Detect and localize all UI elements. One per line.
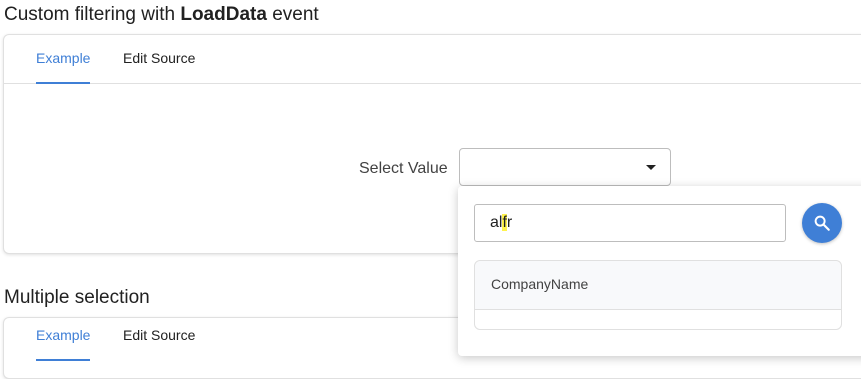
- section-title-multiple-selection: Multiple selection: [4, 287, 150, 308]
- column-header-company-name[interactable]: CompanyName: [491, 276, 588, 292]
- grid-header: CompanyName: [475, 261, 841, 310]
- results-grid: CompanyName: [474, 260, 842, 330]
- title-text: Custom filtering with: [4, 4, 181, 25]
- search-value-prefix: al: [490, 214, 503, 231]
- title-bold-text: LoadData: [180, 4, 267, 25]
- tab-bar: Example Edit Source: [4, 35, 861, 84]
- title-text-suffix: event: [266, 4, 319, 25]
- dropdown-popup: alfr CompanyName: [458, 186, 861, 356]
- search-icon: [814, 215, 830, 231]
- search-value-suffix: r: [506, 214, 513, 231]
- select-value-label: Select Value: [359, 160, 448, 177]
- search-input[interactable]: alfr: [474, 204, 786, 242]
- tab-edit-source[interactable]: Edit Source: [123, 35, 195, 83]
- section-title-custom-filtering: Custom filtering with LoadData event: [4, 4, 319, 26]
- tab-example[interactable]: Example: [36, 312, 91, 361]
- tab-edit-source[interactable]: Edit Source: [123, 312, 195, 360]
- chevron-down-icon[interactable]: [646, 165, 656, 170]
- select-value-dropdown[interactable]: [459, 148, 671, 186]
- search-button[interactable]: [802, 203, 842, 243]
- tab-example[interactable]: Example: [36, 35, 91, 84]
- grid-body: [475, 310, 841, 329]
